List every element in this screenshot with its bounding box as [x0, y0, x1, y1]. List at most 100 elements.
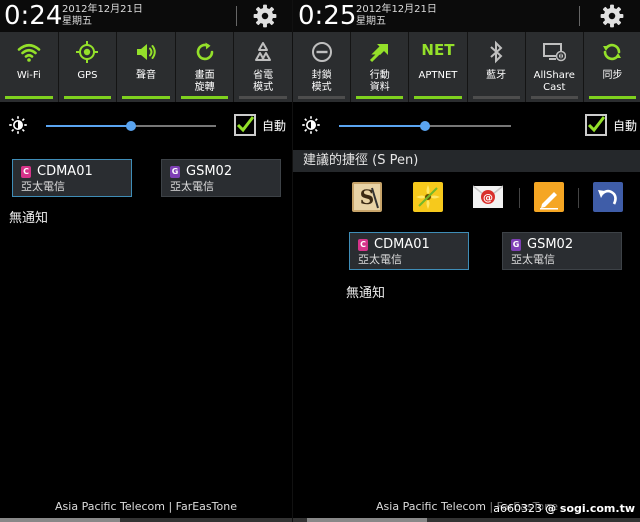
brightness-slider-fill — [339, 125, 425, 127]
aptnet-label: APTNET — [418, 70, 458, 81]
block-mode-toggle[interactable]: 封鎖 模式 — [293, 32, 352, 102]
s-note-icon[interactable]: S — [352, 182, 382, 212]
drag-handle[interactable] — [0, 518, 292, 522]
brightness-slider-thumb[interactable] — [126, 121, 136, 131]
sound-label: 聲音 — [135, 70, 156, 81]
carrier-text: Asia Pacific Telecom | FarEasTone — [55, 500, 237, 513]
rotate-label: 畫面 旋轉 — [194, 70, 215, 93]
sim-operator: 亞太電信 — [21, 180, 65, 193]
sync-toggle[interactable]: 同步 — [584, 32, 640, 102]
sim-operator: 亞太電信 — [358, 253, 402, 266]
auto-brightness-checkbox[interactable] — [585, 114, 607, 136]
sync-label: 同步 — [602, 70, 623, 81]
sim-card-cdma01[interactable]: C CDMA01 亞太電信 — [349, 232, 469, 270]
power-saving-indicator — [239, 96, 287, 99]
aptnet-icon-text: NET — [421, 41, 455, 59]
bluetooth-label: 藍牙 — [486, 70, 507, 81]
power-saving-label: 省電 模式 — [253, 70, 274, 93]
mobile-data-label: 行動 資料 — [369, 70, 390, 93]
bluetooth-toggle[interactable]: 藍牙 — [468, 32, 526, 102]
weekday-text: 星期五 — [356, 16, 386, 27]
date-text: 2012年12月21日 — [62, 4, 143, 15]
date-block: 2012年12月21日 星期五 — [62, 4, 143, 28]
sim-icon: C — [358, 239, 368, 251]
checkmark-icon — [587, 116, 605, 133]
brightness-slider-fill — [46, 125, 131, 127]
spen-shortcuts: S @ — [293, 176, 640, 216]
aptnet-indicator — [414, 96, 462, 99]
drag-handle[interactable] — [293, 518, 640, 522]
spen-suggestions-header: 建議的捷徑 (S Pen) — [293, 150, 640, 172]
auto-brightness-checkbox[interactable] — [234, 114, 256, 136]
no-notifications-text: 無通知 — [346, 286, 386, 301]
power-saving-toggle[interactable]: 省電 模式 — [234, 32, 292, 102]
sim-operator: 亞太電信 — [511, 253, 555, 266]
allshare-cast-icon — [543, 43, 567, 62]
block-mode-indicator — [298, 96, 346, 99]
gps-toggle[interactable]: GPS — [59, 32, 118, 102]
date-block: 2012年12月21日 星期五 — [356, 4, 437, 28]
sim-operator: 亞太電信 — [170, 180, 214, 193]
sync-indicator — [588, 96, 637, 99]
mobile-data-toggle[interactable]: 行動 資料 — [351, 32, 410, 102]
gallery-icon[interactable] — [413, 182, 443, 212]
brightness-row: 自動 — [0, 102, 292, 148]
bluetooth-icon — [490, 40, 503, 64]
watermark-user: a660323 — [491, 502, 544, 516]
sim-icon: G — [170, 166, 180, 178]
sim-name: GSM02 — [186, 164, 233, 179]
drag-handle-highlight — [0, 518, 120, 522]
no-notifications-text: 無通知 — [9, 211, 49, 226]
sim-icon: C — [21, 166, 31, 178]
shortcut-divider — [519, 188, 520, 208]
rotate-toggle[interactable]: 畫面 旋轉 — [176, 32, 235, 102]
wifi-label: Wi-Fi — [16, 70, 41, 81]
clock: 0:25 — [298, 1, 357, 31]
brightness-slider[interactable] — [46, 121, 216, 131]
brightness-slider[interactable] — [339, 121, 511, 131]
notification-panel-left: 0:24 2012年12月21日 星期五 Wi-Fi GPS 聲音 畫面 旋轉 … — [0, 0, 292, 522]
aptnet-toggle[interactable]: NET APTNET — [409, 32, 468, 102]
status-divider — [236, 6, 237, 26]
bluetooth-indicator — [472, 96, 520, 99]
drag-handle-highlight — [307, 518, 427, 522]
allshare-cast-label: AllShare Cast — [533, 70, 575, 93]
gps-indicator — [63, 96, 112, 99]
sim-card-gsm02[interactable]: G GSM02 亞太電信 — [502, 232, 622, 270]
wifi-icon — [17, 43, 41, 62]
svg-text:@: @ — [483, 193, 493, 204]
auto-brightness-label: 自動 — [613, 119, 638, 133]
sim-card-gsm02[interactable]: G GSM02 亞太電信 — [161, 159, 281, 197]
brightness-slider-thumb[interactable] — [420, 121, 430, 131]
mobile-data-indicator — [356, 96, 404, 99]
auto-brightness-label: 自動 — [262, 119, 287, 133]
shortcut-divider — [578, 188, 579, 208]
gear-icon[interactable] — [599, 3, 625, 29]
date-text: 2012年12月21日 — [356, 4, 437, 15]
email-icon[interactable]: @ — [473, 182, 503, 212]
brightness-icon — [9, 116, 27, 134]
gear-icon[interactable] — [252, 3, 278, 29]
undo-icon[interactable] — [593, 182, 623, 212]
weekday-text: 星期五 — [62, 16, 92, 27]
block-mode-label: 封鎖 模式 — [311, 70, 332, 93]
sim-card-cdma01[interactable]: C CDMA01 亞太電信 — [12, 159, 132, 197]
sound-indicator — [122, 96, 170, 99]
memo-icon[interactable] — [534, 182, 564, 212]
allshare-cast-indicator — [530, 96, 578, 99]
notification-panel-right: 0:25 2012年12月21日 星期五 封鎖 模式 行動 資料 NET APT… — [292, 0, 640, 522]
status-bar: 0:25 2012年12月21日 星期五 — [293, 0, 640, 32]
recycle-icon — [255, 42, 272, 61]
wifi-indicator — [5, 96, 53, 99]
wifi-toggle[interactable]: Wi-Fi — [0, 32, 59, 102]
status-bar: 0:24 2012年12月21日 星期五 — [0, 0, 292, 32]
rotate-icon — [196, 42, 213, 61]
sound-toggle[interactable]: 聲音 — [117, 32, 176, 102]
allshare-cast-toggle[interactable]: AllShare Cast — [526, 32, 584, 102]
data-transfer-icon — [369, 44, 388, 63]
sim-name: CDMA01 — [37, 164, 93, 179]
rotate-indicator — [180, 96, 229, 99]
watermark-site: @ sogi.com.tw — [543, 502, 637, 516]
checkmark-icon — [236, 116, 254, 133]
quick-settings: 封鎖 模式 行動 資料 NET APTNET 藍牙 AllShare Cast … — [293, 32, 640, 102]
